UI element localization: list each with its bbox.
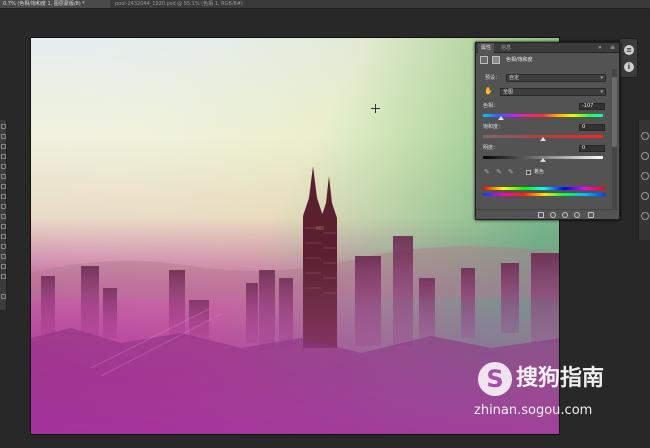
crosshair-icon — [371, 104, 380, 113]
collapsed-panel-dock — [638, 120, 650, 240]
saturation-label: 饱和度： — [483, 124, 504, 130]
mask-icon[interactable] — [492, 56, 500, 64]
hue-label: 色相： — [483, 103, 499, 109]
panel-menu-icon[interactable]: ≡ — [610, 44, 615, 52]
tab-info[interactable]: 信息 — [498, 43, 514, 53]
preset-label: 预设： — [485, 75, 501, 81]
panel-footer — [476, 209, 619, 219]
preset-select[interactable]: 自定 ▾ — [506, 74, 606, 82]
lightness-slider-thumb[interactable] — [540, 158, 546, 162]
output-spectrum-bar — [483, 193, 605, 196]
stamp-tool-icon[interactable] — [1, 204, 6, 209]
crop-tool-icon[interactable] — [1, 164, 6, 169]
actions-dock-icon[interactable] — [641, 212, 649, 220]
channel-select[interactable]: 全图 ▾ — [500, 88, 606, 96]
saturation-slider-thumb[interactable] — [540, 137, 546, 141]
panel-scrollbar[interactable] — [612, 69, 617, 209]
paths-dock-icon[interactable] — [641, 172, 649, 180]
properties-panel: 属性 信息 » ≡ 色相/饱和度 预设： 自定 ▾ ✋ 全图 ▾ 色相： -107 … — [475, 42, 620, 220]
info-dock-icon[interactable]: i — [624, 62, 634, 72]
eyedropper-plus-icon[interactable]: ✎ — [496, 168, 503, 176]
watermark-brand: 搜狗指南 — [516, 366, 605, 391]
panel-tab-bar: 属性 信息 » ≡ — [476, 43, 619, 53]
sogou-logo-icon — [478, 362, 512, 396]
channel-value: 全图 — [503, 89, 514, 95]
blur-tool-icon[interactable] — [1, 244, 6, 249]
adjustment-title: 色相/饱和度 — [506, 57, 533, 63]
collapse-panel-icon[interactable]: » — [598, 44, 602, 52]
visibility-eye-icon[interactable] — [574, 212, 580, 218]
scrollbar-thumb[interactable] — [612, 77, 617, 147]
zoom-tool-icon[interactable] — [1, 294, 6, 299]
brush-tool-icon[interactable] — [1, 194, 6, 199]
clip-to-layer-icon[interactable] — [538, 212, 544, 218]
quick-select-tool-icon[interactable] — [1, 154, 6, 159]
eraser-tool-icon[interactable] — [1, 224, 6, 229]
history-brush-tool-icon[interactable] — [1, 214, 6, 219]
move-tool-icon[interactable] — [1, 124, 6, 129]
colorize-label: 着色 — [534, 169, 545, 175]
view-previous-icon[interactable] — [550, 212, 556, 218]
marquee-tool-icon[interactable] — [1, 134, 6, 139]
collapsed-panel-dock-top: ≡ i — [619, 38, 638, 78]
chevron-down-icon: ▾ — [600, 89, 603, 95]
eyedropper-minus-icon[interactable]: ✎ — [508, 168, 515, 176]
trash-icon[interactable] — [588, 212, 594, 218]
chevron-down-icon: ▾ — [600, 75, 603, 81]
document-tab-bar: 0.7% (色相/饱和度 1, 图层蒙版/8) * pool-2432044_1… — [0, 0, 650, 9]
history-dock-icon[interactable] — [641, 192, 649, 200]
eyedropper-tool-icon[interactable] — [1, 174, 6, 179]
document-tab-inactive[interactable]: pool-2432044_1920.psd @ 55.1% (色相 1, RGB… — [112, 0, 302, 8]
tools-panel — [0, 120, 7, 310]
lightness-label: 明度： — [483, 145, 499, 151]
document-tab-active[interactable]: 0.7% (色相/饱和度 1, 图层蒙版/8) * — [0, 0, 110, 8]
gradient-tool-icon[interactable] — [1, 234, 6, 239]
hue-slider-thumb[interactable] — [498, 116, 504, 120]
type-tool-icon[interactable] — [1, 274, 6, 279]
dodge-tool-icon[interactable] — [1, 254, 6, 259]
pen-tool-icon[interactable] — [1, 264, 6, 269]
sogou-watermark: 搜狗指南 zhinan.sogou.com — [470, 362, 635, 432]
healing-tool-icon[interactable] — [1, 184, 6, 189]
reset-icon[interactable] — [562, 212, 568, 218]
input-spectrum-bar — [483, 187, 605, 190]
eyedropper-icon[interactable]: ✎ — [484, 168, 491, 176]
adjustment-layer-icon[interactable] — [480, 56, 488, 64]
watermark-url: zhinan.sogou.com — [474, 403, 593, 418]
colorize-checkbox[interactable] — [526, 170, 531, 175]
properties-dock-icon[interactable]: ≡ — [624, 45, 634, 55]
preset-value: 自定 — [509, 75, 520, 81]
tab-properties[interactable]: 属性 — [478, 43, 495, 53]
hue-input[interactable]: -107 — [579, 103, 605, 110]
adjustment-header: 色相/饱和度 — [480, 56, 615, 66]
hand-icon[interactable]: ✋ — [484, 88, 493, 95]
lightness-input[interactable]: 0 — [579, 145, 605, 152]
layers-dock-icon[interactable] — [641, 132, 649, 140]
channels-dock-icon[interactable] — [641, 152, 649, 160]
lasso-tool-icon[interactable] — [1, 144, 6, 149]
saturation-input[interactable]: 0 — [579, 124, 605, 131]
